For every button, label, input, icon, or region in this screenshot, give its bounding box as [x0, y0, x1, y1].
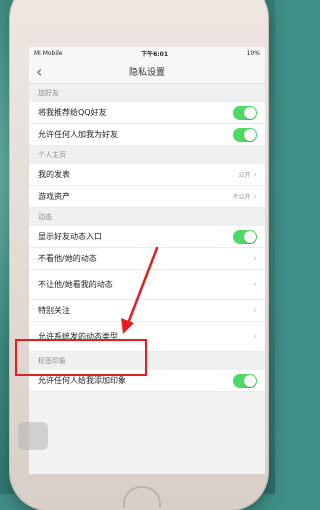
assistive-touch-button[interactable]: [18, 422, 48, 450]
annotation-arrow: [121, 246, 159, 334]
